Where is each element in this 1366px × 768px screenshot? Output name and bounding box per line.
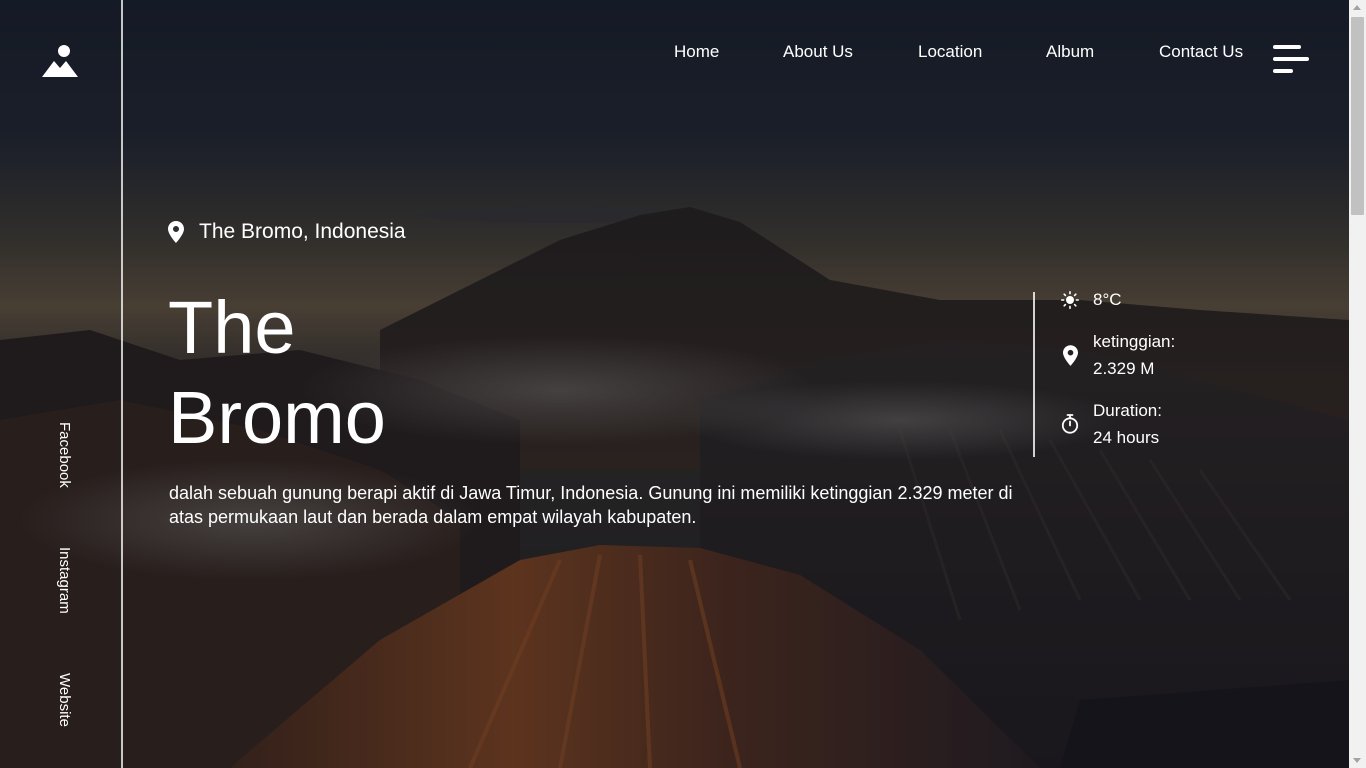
altitude-label: ketinggian: — [1093, 332, 1176, 351]
duration-value: 24 hours — [1093, 428, 1160, 447]
sun-icon — [1060, 290, 1080, 310]
nav-link-about-us[interactable]: About Us — [783, 42, 853, 62]
duration-label: Duration: — [1093, 401, 1162, 420]
temperature-value: 8°C — [1093, 290, 1122, 309]
social-link-facebook[interactable]: Facebook — [56, 422, 73, 488]
scroll-down-arrow-icon[interactable] — [1353, 758, 1361, 763]
altitude-value: 2.329 M — [1093, 359, 1155, 378]
info-altitude: ketinggian: 2.329 M — [1060, 328, 1175, 382]
sidebar-divider — [121, 0, 123, 768]
info-duration: Duration: 24 hours — [1060, 397, 1162, 451]
mountain-person-logo-icon[interactable] — [40, 43, 80, 79]
map-pin-icon — [168, 221, 184, 243]
nav-link-album[interactable]: Album — [1046, 42, 1094, 62]
hero-title: The Bromo — [168, 283, 386, 463]
social-link-instagram[interactable]: Instagram — [56, 547, 73, 614]
map-pin-icon — [1060, 344, 1080, 366]
nav-link-contact-us[interactable]: Contact Us — [1159, 42, 1243, 62]
nav-link-home[interactable]: Home — [674, 42, 719, 62]
hamburger-menu-icon[interactable] — [1273, 45, 1310, 75]
hero-location-label: The Bromo, Indonesia — [199, 220, 406, 243]
social-link-website[interactable]: Website — [56, 673, 73, 727]
page: Facebook Instagram Website Home About Us… — [0, 0, 1366, 768]
page-scrollbar[interactable] — [1349, 0, 1366, 768]
scrollbar-thumb[interactable] — [1351, 17, 1364, 215]
hero-description: dalah sebuah gunung berapi aktif di Jawa… — [169, 483, 1013, 527]
scroll-up-arrow-icon[interactable] — [1353, 5, 1361, 10]
hero-title-line-2: Bromo — [168, 376, 386, 459]
nav-link-location[interactable]: Location — [918, 42, 982, 62]
hero-title-line-1: The — [168, 286, 296, 369]
stopwatch-icon — [1060, 414, 1080, 434]
info-divider — [1033, 292, 1035, 457]
info-temperature: 8°C — [1060, 286, 1122, 313]
hero-location: The Bromo, Indonesia — [168, 220, 406, 244]
